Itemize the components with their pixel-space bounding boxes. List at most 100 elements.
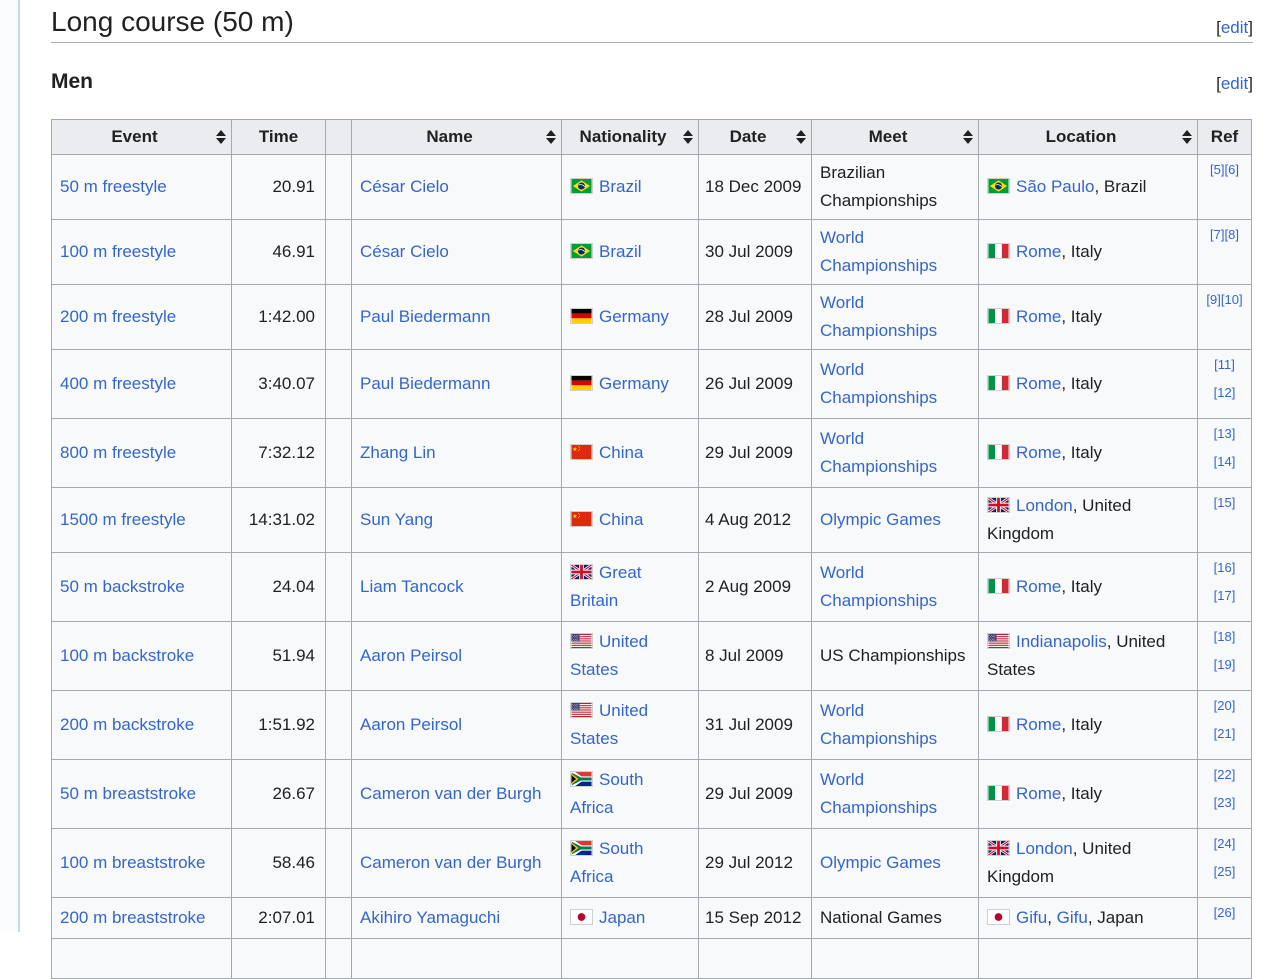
meet-link[interactable]: World Championships bbox=[820, 563, 937, 610]
location-link[interactable]: Rome bbox=[1016, 784, 1061, 803]
ref-superscript: [24] [25] bbox=[1214, 836, 1236, 879]
nationality-link[interactable]: Japan bbox=[599, 908, 645, 927]
meet-cell: Olympic Games bbox=[811, 828, 979, 898]
ref-link[interactable]: [13] bbox=[1214, 426, 1236, 441]
event-link[interactable]: 1500 m freestyle bbox=[60, 510, 186, 529]
column-header-date[interactable]: Date bbox=[698, 119, 812, 155]
ref-link[interactable]: [20] bbox=[1214, 698, 1236, 713]
event-link[interactable]: 800 m freestyle bbox=[60, 443, 176, 462]
ref-link[interactable]: [26] bbox=[1214, 905, 1236, 920]
location-link[interactable]: São Paulo bbox=[1016, 177, 1094, 196]
event-link[interactable]: 200 m freestyle bbox=[60, 307, 176, 326]
nationality-link[interactable]: Germany bbox=[599, 374, 669, 393]
swimmer-link[interactable]: César Cielo bbox=[360, 177, 449, 196]
section-heading: Long course (50 m) [edit] bbox=[51, 6, 1253, 43]
nationality-link[interactable]: China bbox=[599, 443, 643, 462]
swimmer-link[interactable]: César Cielo bbox=[360, 242, 449, 261]
ref-link[interactable]: [25] bbox=[1214, 864, 1236, 879]
ref-link[interactable]: [21] bbox=[1214, 726, 1236, 741]
section-edit-link[interactable]: edit bbox=[1221, 18, 1248, 37]
time-cell: 2:07.01 bbox=[231, 897, 326, 939]
swimmer-link[interactable]: Cameron van der Burgh bbox=[360, 784, 541, 803]
ref-link[interactable]: [5] bbox=[1210, 162, 1224, 177]
ref-link[interactable]: [15] bbox=[1214, 495, 1236, 510]
swimmer-link[interactable]: Akihiro Yamaguchi bbox=[360, 908, 500, 927]
ref-link[interactable]: [22] bbox=[1214, 767, 1236, 782]
meet-link[interactable]: World Championships bbox=[820, 360, 937, 407]
ref-link[interactable]: [16] bbox=[1214, 560, 1236, 575]
nationality-cell: Germany bbox=[561, 349, 699, 419]
event-link[interactable]: 100 m backstroke bbox=[60, 646, 194, 665]
event-link[interactable]: 50 m freestyle bbox=[60, 177, 167, 196]
event-link[interactable]: 400 m freestyle bbox=[60, 374, 176, 393]
meet-link[interactable]: Olympic Games bbox=[820, 510, 941, 529]
location-link[interactable]: London bbox=[1016, 839, 1073, 858]
swimmer-link[interactable]: Liam Tancock bbox=[360, 577, 464, 596]
event-cell: 50 m breaststroke bbox=[51, 759, 232, 829]
nationality-link[interactable]: China bbox=[599, 510, 643, 529]
swimmer-link[interactable]: Sun Yang bbox=[360, 510, 433, 529]
location-link[interactable]: Indianapolis bbox=[1016, 632, 1107, 651]
location-link[interactable]: London bbox=[1016, 496, 1073, 515]
ref-link[interactable]: [6] bbox=[1225, 162, 1239, 177]
location-link[interactable]: Rome bbox=[1016, 242, 1061, 261]
ref-link[interactable]: [17] bbox=[1214, 588, 1236, 603]
meet-cell: World Championships bbox=[811, 759, 979, 829]
event-link[interactable]: 50 m breaststroke bbox=[60, 784, 196, 803]
ref-link[interactable]: [9] bbox=[1206, 292, 1220, 307]
location-link[interactable]: Rome bbox=[1016, 307, 1061, 326]
ref-superscript: [15] bbox=[1214, 495, 1236, 510]
column-header-name[interactable]: Name bbox=[351, 119, 562, 155]
event-cell: 50 m backstroke bbox=[51, 552, 232, 622]
ref-link[interactable]: [18] bbox=[1214, 629, 1236, 644]
column-header-meet[interactable]: Meet bbox=[811, 119, 979, 155]
event-link[interactable]: 50 m backstroke bbox=[60, 577, 185, 596]
ref-link[interactable]: [12] bbox=[1214, 385, 1236, 400]
event-link[interactable]: 100 m freestyle bbox=[60, 242, 176, 261]
meet-cell: World Championships bbox=[811, 552, 979, 622]
location-link[interactable]: Rome bbox=[1016, 715, 1061, 734]
swimmer-link[interactable]: Paul Biedermann bbox=[360, 374, 490, 393]
swimmer-link[interactable]: Zhang Lin bbox=[360, 443, 436, 462]
meet-cell: World Championships bbox=[811, 219, 979, 285]
subsection-edit-link[interactable]: edit bbox=[1221, 74, 1248, 93]
meet-link[interactable]: World Championships bbox=[820, 228, 937, 275]
column-header-event[interactable]: Event bbox=[51, 119, 232, 155]
ref-link[interactable]: [10] bbox=[1221, 292, 1243, 307]
swimmer-link[interactable]: Paul Biedermann bbox=[360, 307, 490, 326]
table-row: 100 m backstroke 51.94 Aaron Peirsol United… bbox=[51, 621, 1252, 691]
nationality-link[interactable]: Brazil bbox=[599, 242, 642, 261]
column-header-location[interactable]: Location bbox=[978, 119, 1198, 155]
meet-link[interactable]: Olympic Games bbox=[820, 853, 941, 872]
swimmer-link[interactable]: Aaron Peirsol bbox=[360, 646, 462, 665]
ref-link[interactable]: [14] bbox=[1214, 454, 1236, 469]
ref-link[interactable]: [19] bbox=[1214, 657, 1236, 672]
event-link[interactable]: 200 m backstroke bbox=[60, 715, 194, 734]
swimmer-link[interactable]: Aaron Peirsol bbox=[360, 715, 462, 734]
location-link[interactable]: Gifu bbox=[1057, 908, 1088, 927]
meet-link[interactable]: World Championships bbox=[820, 429, 937, 476]
meet-link[interactable]: World Championships bbox=[820, 770, 937, 817]
name-cell: Cameron van der Burgh bbox=[351, 828, 562, 898]
table-row: 800 m freestyle 7:32.12 Zhang Lin China 29 J… bbox=[51, 418, 1252, 488]
location-link[interactable]: Gifu bbox=[1016, 908, 1047, 927]
swimmer-link[interactable]: Cameron van der Burgh bbox=[360, 853, 541, 872]
nationality-link[interactable]: Brazil bbox=[599, 177, 642, 196]
ref-link[interactable]: [7] bbox=[1210, 227, 1224, 242]
ref-link[interactable]: [24] bbox=[1214, 836, 1236, 851]
meet-link[interactable]: World Championships bbox=[820, 293, 937, 340]
event-link[interactable]: 100 m breaststroke bbox=[60, 853, 206, 872]
ref-link[interactable]: [23] bbox=[1214, 795, 1236, 810]
location-link[interactable]: Rome bbox=[1016, 374, 1061, 393]
column-header-nationality[interactable]: Nationality bbox=[561, 119, 699, 155]
location-cell: Rome, Italy bbox=[978, 284, 1198, 350]
meet-link[interactable]: World Championships bbox=[820, 701, 937, 748]
location-link[interactable]: Rome bbox=[1016, 443, 1061, 462]
location-link[interactable]: Rome bbox=[1016, 577, 1061, 596]
sort-icon bbox=[683, 130, 693, 144]
event-link[interactable]: 200 m breaststroke bbox=[60, 908, 206, 927]
nationality-link[interactable]: Germany bbox=[599, 307, 669, 326]
ref-link[interactable]: [11] bbox=[1214, 357, 1235, 372]
column-header-time: Time bbox=[231, 119, 326, 155]
ref-link[interactable]: [8] bbox=[1225, 227, 1239, 242]
